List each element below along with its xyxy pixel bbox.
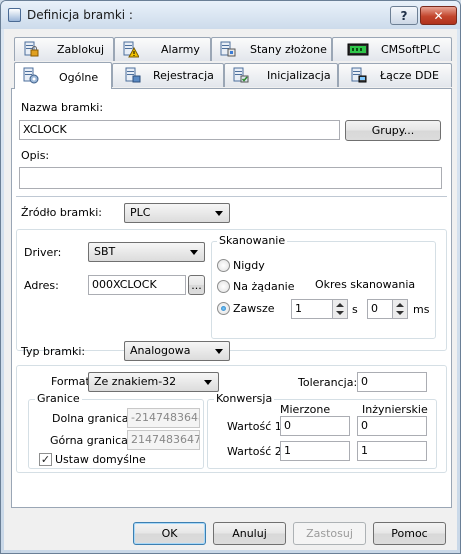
lock-icon: [24, 41, 39, 57]
app-icon: [8, 8, 21, 22]
value1-measured-field[interactable]: 0: [280, 416, 350, 436]
driver-label: Driver:: [24, 246, 62, 259]
measured-header: Mierzone: [280, 403, 331, 416]
driver-dropdown[interactable]: SBT: [88, 242, 205, 262]
scan-always-label: Zawsze: [233, 302, 275, 315]
chevron-down-icon: [215, 211, 223, 216]
plc-icon: [347, 43, 369, 56]
value2-label: Wartość 2: [227, 445, 282, 458]
scan-ms-field[interactable]: 0: [367, 299, 393, 319]
dialog-client: Zablokuj Alarmy Stany złożone CMSoftPLC …: [4, 29, 457, 550]
scan-group-title: Skanowanie: [217, 234, 288, 247]
type-dropdown[interactable]: Analogowa: [124, 341, 230, 361]
tab-inicjalizacja[interactable]: Inicjalizacja: [224, 63, 338, 87]
lower-limit-field[interactable]: -2147483648: [127, 408, 200, 428]
source-label: Źródło bramki:: [21, 206, 102, 219]
format-value: Ze znakiem-32: [94, 375, 177, 388]
set-defaults-checkbox[interactable]: ✓: [39, 453, 52, 466]
chevron-down-icon: [190, 250, 198, 255]
scan-never-radio[interactable]: [217, 259, 230, 272]
groups-button[interactable]: Grupy...: [345, 120, 441, 141]
window-title: Definicja bramki :: [27, 8, 133, 22]
description-label: Opis:: [21, 149, 50, 162]
tab-cmsoftplc[interactable]: CMSoftPLC: [332, 37, 452, 61]
name-label: Nazwa bramki:: [21, 101, 104, 114]
scan-always-radio[interactable]: [217, 302, 230, 315]
value1-label: Wartość 1: [227, 420, 282, 433]
upper-limit-field[interactable]: 2147483647: [127, 430, 200, 450]
dde-link-icon: [351, 67, 367, 83]
driver-value: SBT: [94, 245, 116, 258]
type-label: Typ bramki:: [21, 345, 86, 358]
seconds-unit: s: [352, 303, 358, 316]
separator: [16, 196, 447, 197]
format-dropdown[interactable]: Ze znakiem-32: [88, 372, 219, 392]
upper-limit-label: Górna granica:: [50, 434, 132, 447]
composite-states-icon: [220, 41, 236, 57]
tolerance-field[interactable]: 0: [357, 372, 427, 392]
tab-label: Alarmy: [161, 43, 200, 56]
tab-ogolne[interactable]: Ogólne: [14, 62, 112, 89]
tolerance-label: Tolerancja:: [298, 376, 358, 389]
tab-lacze-dde[interactable]: Łącze DDE: [338, 63, 452, 87]
browse-address-button[interactable]: ...: [188, 275, 205, 295]
initialization-icon: [233, 67, 249, 83]
value2-engineering-field[interactable]: 1: [357, 441, 427, 461]
conversion-group-title: Konwersja: [214, 392, 275, 405]
tab-label: Łącze DDE: [380, 69, 439, 82]
value2-measured-field[interactable]: 1: [280, 441, 350, 461]
scan-never-label: Nigdy: [233, 259, 265, 272]
close-button[interactable]: ✕: [420, 6, 457, 25]
cancel-button[interactable]: Anuluj: [213, 522, 286, 545]
name-field[interactable]: XCLOCK: [19, 120, 340, 140]
limits-group-title: Granice: [35, 392, 82, 405]
ms-spinner[interactable]: [393, 299, 408, 319]
address-label: Adres:: [24, 279, 59, 292]
scan-period-label: Okres skanowania: [315, 278, 416, 291]
source-dropdown[interactable]: PLC: [124, 203, 230, 223]
chevron-down-icon: [215, 349, 223, 354]
scan-on-demand-radio[interactable]: [217, 280, 230, 293]
source-value: PLC: [130, 206, 151, 219]
ms-unit: ms: [413, 303, 430, 316]
help-title-button[interactable]: ?: [390, 6, 418, 25]
help-button[interactable]: Pomoc: [373, 522, 446, 545]
tab-label: Stany złożone: [250, 43, 327, 56]
tab-label: Inicjalizacja: [267, 69, 331, 82]
tab-alarmy[interactable]: Alarmy: [114, 37, 211, 61]
tab-stany-zlozone[interactable]: Stany złożone: [211, 37, 332, 61]
tab-zablokuj[interactable]: Zablokuj: [14, 37, 114, 61]
apply-button[interactable]: Zastosuj: [293, 522, 366, 545]
set-defaults-label: Ustaw domyślne: [55, 453, 146, 466]
address-field[interactable]: 000XCLOCK: [88, 275, 186, 295]
tab-label: Rejestracja: [153, 69, 214, 82]
chevron-down-icon: [204, 380, 212, 385]
title-bar[interactable]: Definicja bramki : ? ✕: [1, 1, 460, 29]
seconds-spinner[interactable]: [333, 299, 348, 319]
dialog-window: Definicja bramki : ? ✕ Zablokuj Alarmy S…: [0, 0, 461, 554]
type-value: Analogowa: [130, 344, 191, 357]
general-icon: [23, 67, 39, 84]
lower-limit-label: Dolna granica:: [52, 412, 133, 425]
scan-on-demand-label: Na żądanie: [233, 280, 295, 293]
alarm-icon: [123, 41, 139, 58]
description-field[interactable]: [19, 167, 442, 189]
scan-seconds-field[interactable]: 1: [291, 299, 333, 319]
registration-icon: [125, 67, 141, 83]
tab-label: CMSoftPLC: [381, 43, 441, 56]
tab-label: Ogólne: [59, 71, 99, 84]
engineering-header: Inżynierskie: [362, 403, 428, 416]
tab-label: Zablokuj: [57, 43, 105, 56]
tab-rejestracja[interactable]: Rejestracja: [112, 63, 224, 87]
ok-button[interactable]: OK: [133, 522, 206, 545]
value1-engineering-field[interactable]: 0: [357, 416, 427, 436]
